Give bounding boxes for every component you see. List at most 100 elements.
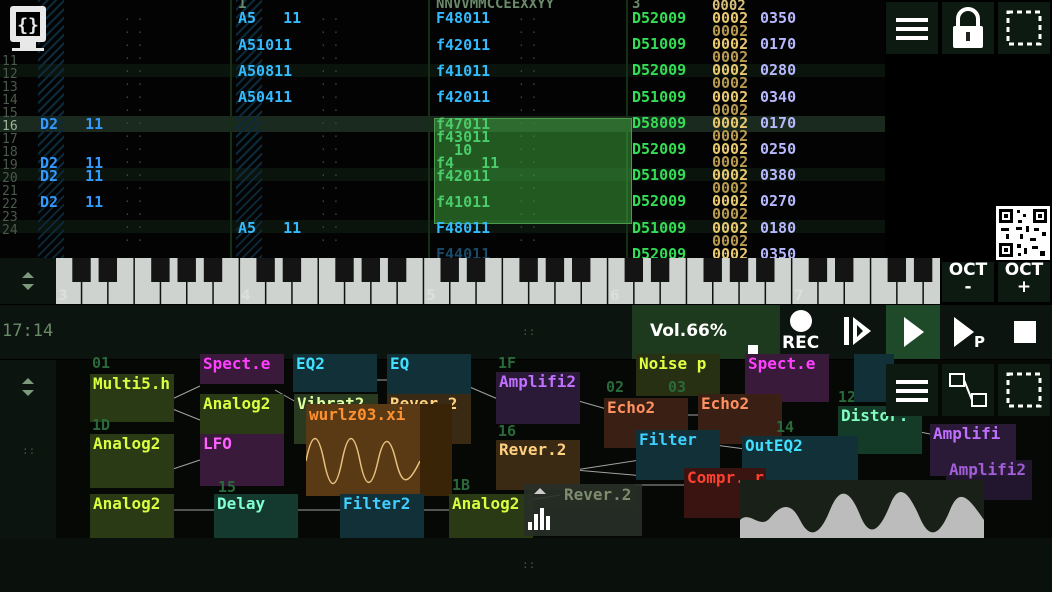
note-cell[interactable]: A50411 (238, 89, 292, 105)
play-icon (904, 317, 924, 347)
module-spectravoice[interactable]: Spect.e (200, 354, 284, 384)
module-analog-generator-2[interactable]: Analog2 (90, 434, 174, 488)
note-cell[interactable]: A50811 (238, 63, 292, 79)
module-delay[interactable]: Delay (214, 494, 298, 540)
effect-cell[interactable]: 0250 (760, 141, 796, 157)
black-key[interactable] (256, 258, 275, 282)
black-key[interactable] (98, 258, 118, 282)
black-key[interactable] (650, 258, 670, 282)
modular-patch-view[interactable]: Multi5.h Spect.e EQ2 EQ 1F Amplifi2 Nois… (0, 354, 1052, 540)
effect-cell[interactable]: 0350 (760, 246, 796, 258)
black-key[interactable] (203, 258, 223, 282)
module-analog-generator[interactable]: Analog2 (200, 394, 284, 436)
effect-cell[interactable]: D51009 (632, 89, 686, 105)
play-button[interactable] (886, 305, 940, 359)
effect-cell[interactable]: D51009 (632, 167, 686, 183)
module-multisynth[interactable]: Multi5.h (90, 374, 174, 422)
effect-cell[interactable]: 0170 (760, 36, 796, 52)
black-key[interactable] (440, 258, 459, 282)
piano-keyboard[interactable]: 3 3 4 5 6 7 (0, 258, 940, 562)
black-key[interactable] (808, 258, 828, 282)
record-button[interactable]: REC (780, 305, 832, 359)
black-key[interactable] (545, 258, 565, 282)
pattern-tracker[interactable]: 11 12 13 14 15 16 17 18 19 20 21 22 23 24 ...........… (0, 0, 885, 258)
piano-keys[interactable] (56, 258, 940, 304)
play-pattern-button[interactable]: P (942, 305, 994, 359)
note-cell[interactable]: A51011 (238, 37, 292, 53)
black-key[interactable] (887, 258, 907, 282)
effect-cell[interactable]: 0280 (760, 62, 796, 78)
effect-cell[interactable]: D52009 (632, 62, 686, 78)
volume-control[interactable]: Vol.66% (632, 305, 780, 359)
black-key[interactable] (835, 258, 854, 282)
note-cell[interactable]: f42011 (436, 168, 490, 184)
note-cell[interactable]: f41011 (436, 63, 490, 79)
note-cell[interactable]: F44011 (436, 246, 490, 258)
note-cell[interactable]: A5 11 (238, 220, 301, 236)
module-amplifier[interactable]: Amplifi2 (496, 372, 580, 424)
play-from-start-button[interactable] (832, 305, 884, 359)
effect-cell[interactable]: D58009 (632, 115, 686, 131)
link-button[interactable] (942, 364, 994, 416)
effect-cell[interactable]: 0380 (760, 167, 796, 183)
black-key[interactable] (572, 258, 591, 282)
note-cell[interactable]: D2 11 (40, 194, 103, 210)
module-analog-generator-3[interactable]: Analog2 (90, 494, 174, 540)
note-cell[interactable]: f42011 (436, 89, 490, 105)
lock-button[interactable] (942, 2, 994, 54)
black-key[interactable] (466, 258, 486, 282)
effect-cell[interactable]: 0002 (712, 246, 748, 258)
effect-cell[interactable]: D52009 (632, 141, 686, 157)
note-cell[interactable]: f42011 (436, 37, 490, 53)
patch-menu-button[interactable] (886, 364, 938, 416)
black-key[interactable] (913, 258, 933, 282)
logo-icon[interactable]: {} (4, 4, 52, 52)
note-cell[interactable]: f41011 (436, 194, 490, 210)
black-key[interactable] (361, 258, 381, 282)
effect-cell[interactable]: D51009 (632, 36, 686, 52)
black-key[interactable] (151, 258, 170, 282)
note-cell[interactable]: F48011 (436, 10, 490, 26)
effect-cell[interactable]: 0340 (760, 89, 796, 105)
module-number: 03 (668, 378, 687, 396)
black-key[interactable] (335, 258, 354, 282)
black-key[interactable] (177, 258, 196, 282)
level-meter-button[interactable] (524, 484, 556, 534)
module-analog-generator-4[interactable]: Analog2 (449, 494, 533, 540)
bottom-bar[interactable]: :: (0, 538, 1052, 592)
black-key[interactable] (703, 258, 722, 282)
black-key[interactable] (282, 258, 302, 282)
keyboard-scroll-handle[interactable] (0, 258, 56, 304)
module-filter-2[interactable]: Filter2 (340, 494, 424, 540)
black-key[interactable] (624, 258, 644, 282)
black-key[interactable] (72, 258, 91, 282)
select-button[interactable] (998, 2, 1050, 54)
effect-cell[interactable]: D51009 (632, 220, 686, 236)
black-key[interactable] (387, 258, 407, 282)
effect-cell[interactable]: D52009 (632, 246, 686, 258)
note-cell[interactable]: A5 11 (238, 10, 301, 26)
effect-cell[interactable]: 0350 (760, 10, 796, 26)
note-cell[interactable]: D2 11 (40, 168, 103, 184)
black-key[interactable] (729, 258, 749, 282)
effect-cell[interactable]: 0180 (760, 220, 796, 236)
qr-code-icon[interactable] (996, 206, 1050, 260)
octave-up-button[interactable]: OCT + (998, 262, 1050, 302)
module-reverb-2[interactable]: Rever.2 (496, 440, 580, 490)
module-eq2[interactable]: EQ2 (293, 354, 377, 392)
stop-button[interactable] (998, 305, 1050, 359)
patch-select-button[interactable] (998, 364, 1050, 416)
menu-button[interactable] (886, 2, 938, 54)
black-key[interactable] (756, 258, 775, 282)
octave-down-button[interactable]: OCT - (942, 262, 994, 302)
effect-cell[interactable]: 0270 (760, 193, 796, 209)
black-key[interactable] (519, 258, 538, 282)
effect-cell[interactable]: 0170 (760, 115, 796, 131)
effect-cell[interactable]: D52009 (632, 10, 686, 26)
module-eq[interactable]: EQ (387, 354, 471, 396)
module-lfo[interactable]: LFO (200, 434, 284, 486)
module-sampler[interactable]: wurlz03.xi (306, 404, 452, 496)
effect-cell[interactable]: D52009 (632, 193, 686, 209)
note-cell[interactable]: F48011 (436, 220, 490, 236)
note-cell[interactable]: D2 11 (40, 116, 103, 132)
